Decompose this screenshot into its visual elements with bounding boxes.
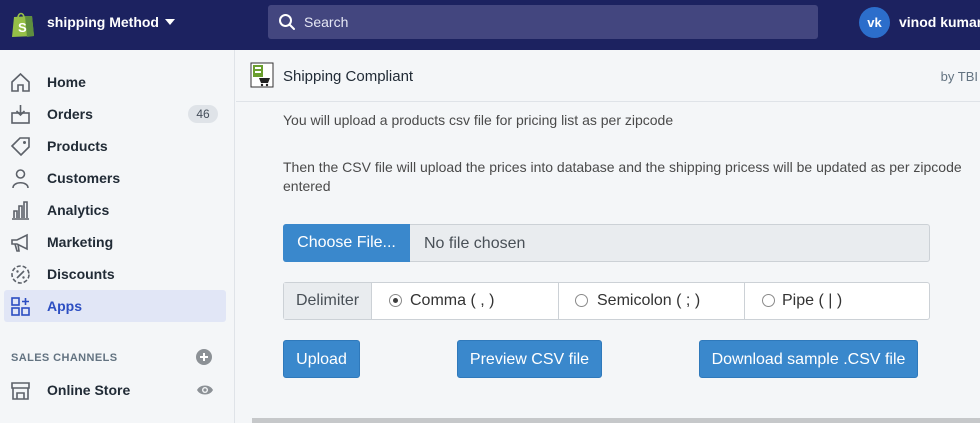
sidebar-item-label: Online Store [47, 382, 131, 398]
comma-label: Comma ( , ) [410, 292, 495, 309]
sidebar-item-label: Orders [47, 106, 93, 122]
top-bar: S shipping Method Search vk vinod kumar [0, 0, 980, 50]
comma-radio[interactable] [389, 294, 402, 307]
add-channel-icon[interactable] [196, 349, 212, 365]
megaphone-icon [11, 233, 28, 252]
sidebar-item-label: Discounts [47, 266, 115, 282]
delimiter-option-pipe[interactable]: Pipe ( | ) [744, 283, 929, 319]
sidebar-item-label: Products [47, 138, 108, 154]
app-logo-icon [250, 62, 274, 88]
sidebar-item-label: Customers [47, 170, 121, 186]
sidebar-item-products[interactable]: Products [4, 130, 226, 162]
sidebar-item-analytics[interactable]: Analytics [4, 194, 226, 226]
discount-icon [11, 265, 30, 284]
svg-text:S: S [18, 20, 27, 35]
orders-count-badge: 46 [188, 105, 218, 123]
description-text: Then the CSV file will upload the prices… [283, 159, 962, 194]
delimiter-label: Delimiter [284, 283, 372, 319]
file-status-text: No file chosen [424, 235, 526, 252]
horizontal-scrollbar[interactable] [252, 418, 980, 423]
semicolon-label: Semicolon ( ; ) [597, 292, 701, 309]
main-content: You will upload a products csv file for … [236, 102, 980, 423]
eye-icon[interactable] [196, 383, 214, 397]
preview-csv-button[interactable]: Preview CSV file [457, 340, 602, 378]
delimiter-group: Delimiter Comma ( , ) Semicolon ( ; ) Pi… [283, 282, 930, 320]
orders-icon [11, 105, 30, 124]
file-input[interactable]: Choose File... No file chosen [283, 224, 930, 262]
avatar[interactable]: vk [859, 7, 890, 38]
sidebar-item-label: Apps [47, 298, 82, 314]
search-placeholder: Search [304, 14, 349, 30]
store-icon [11, 382, 30, 400]
sidebar-item-orders[interactable]: Orders 46 [4, 98, 226, 130]
apps-icon [11, 297, 30, 316]
store-caret-down-icon[interactable] [165, 19, 175, 25]
sidebar-item-marketing[interactable]: Marketing [4, 226, 226, 258]
shopify-bag-icon[interactable]: S [10, 10, 36, 38]
sidebar-item-label: Analytics [47, 202, 110, 218]
sidebar-item-online-store[interactable]: Online Store [4, 374, 226, 406]
delimiter-option-semicolon[interactable]: Semicolon ( ; ) [558, 283, 744, 319]
sales-channels-heading: SALES CHANNELS [11, 352, 118, 364]
store-name[interactable]: shipping Method [47, 14, 159, 30]
sidebar: Home Orders 46 Products Customers Analyt… [0, 50, 235, 423]
app-developer: by TBI [940, 69, 978, 84]
search-bar[interactable]: Search [268, 5, 818, 39]
sidebar-item-customers[interactable]: Customers [4, 162, 226, 194]
sidebar-item-discounts[interactable]: Discounts [4, 258, 226, 290]
upload-button[interactable]: Upload [283, 340, 360, 378]
home-icon [11, 72, 30, 92]
pipe-label: Pipe ( | ) [782, 292, 843, 309]
pipe-radio[interactable] [762, 294, 775, 307]
person-icon [12, 169, 29, 189]
semicolon-radio[interactable] [575, 294, 588, 307]
sidebar-item-apps[interactable]: Apps [4, 290, 226, 322]
sidebar-item-label: Home [47, 74, 86, 90]
app-header: Shipping Compliant by TBI [236, 50, 980, 102]
app-title: Shipping Compliant [283, 68, 414, 85]
user-name[interactable]: vinod kumar [899, 14, 980, 30]
search-icon [279, 14, 295, 30]
download-sample-button[interactable]: Download sample .CSV file [699, 340, 918, 378]
sidebar-item-label: Marketing [47, 234, 114, 250]
choose-file-button[interactable]: Choose File... [283, 224, 410, 262]
sidebar-item-home[interactable]: Home [4, 66, 226, 98]
delimiter-option-comma[interactable]: Comma ( , ) [372, 283, 558, 319]
tag-icon [10, 137, 30, 157]
instruction-text: You will upload a products csv file for … [283, 112, 674, 128]
bar-chart-icon [12, 201, 29, 220]
